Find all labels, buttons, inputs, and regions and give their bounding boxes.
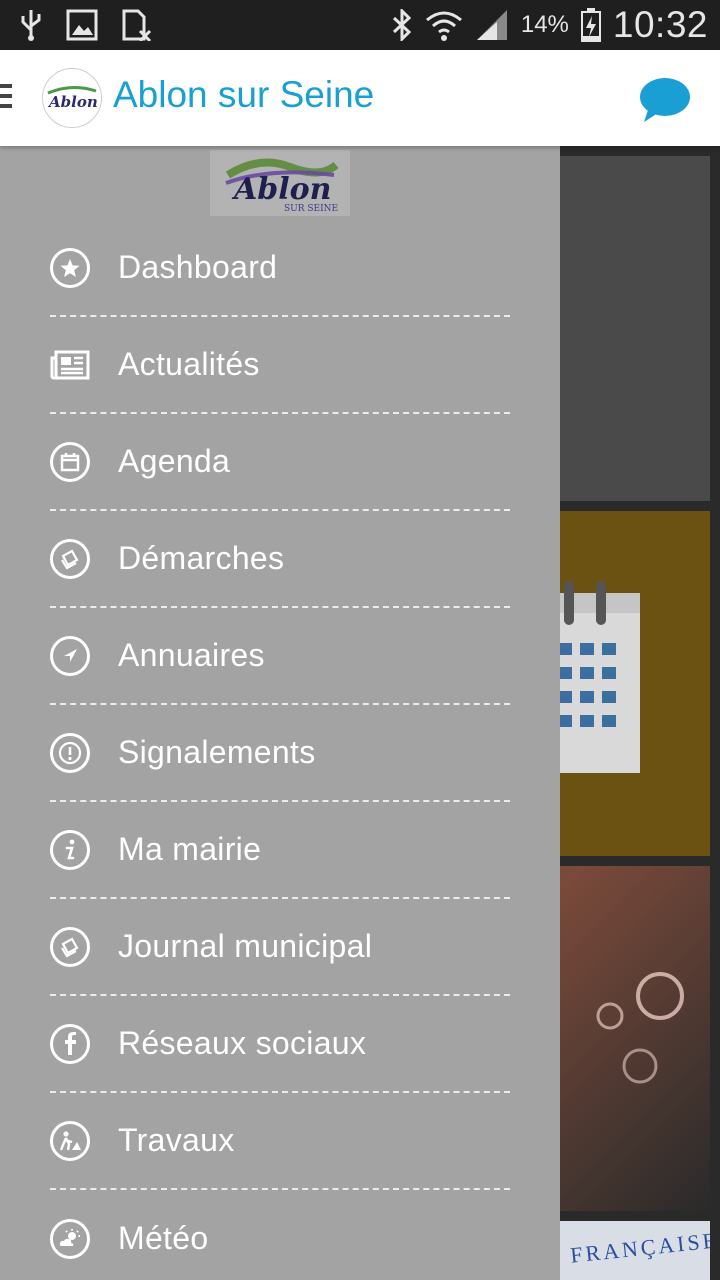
wifi-icon <box>425 11 462 41</box>
calendar-icon <box>50 441 90 482</box>
navigation-drawer: Ablon SUR SEINE Dashboard Actualités Age… <box>0 146 560 1280</box>
menu-item-reseaux-sociaux[interactable]: Réseaux sociaux <box>50 996 510 1093</box>
menu-label: Démarches <box>118 540 285 576</box>
alert-icon <box>50 732 90 773</box>
bluetooth-icon <box>392 9 412 41</box>
menu-item-agenda[interactable]: Agenda <box>50 414 510 511</box>
usb-icon <box>21 10 41 41</box>
menu-item-ma-mairie[interactable]: Ma mairie <box>50 802 510 899</box>
menu-label: Actualités <box>118 346 260 382</box>
menu-item-annuaires[interactable]: Annuaires <box>50 608 510 705</box>
menu-item-dashboard[interactable]: Dashboard <box>50 220 510 317</box>
status-bar: 14% 10:32 <box>0 0 720 50</box>
menu-label: Signalements <box>118 734 316 770</box>
menu-icon[interactable] <box>0 84 12 114</box>
star-icon <box>50 247 90 288</box>
menu-item-demarches[interactable]: Démarches <box>50 511 510 608</box>
newspaper-icon <box>50 345 90 385</box>
documents-icon <box>50 538 90 579</box>
menu-label: Annuaires <box>118 637 265 673</box>
svg-text:Ablon: Ablon <box>47 93 98 111</box>
menu-item-journal-municipal[interactable]: Journal municipal <box>50 899 510 996</box>
menu-item-actualites[interactable]: Actualités <box>50 317 510 414</box>
app-title: Ablon sur Seine <box>113 74 375 115</box>
app-header: Ablon Ablon sur Seine <box>0 50 720 146</box>
drawer-menu: Dashboard Actualités Agenda Démarches An… <box>50 220 510 1280</box>
clock: 10:32 <box>612 4 708 45</box>
drawer-logo: Ablon SUR SEINE <box>210 150 350 216</box>
image-icon <box>66 9 98 41</box>
roadwork-icon <box>50 1120 90 1161</box>
banner-text: FRANÇAISE <box>569 1227 710 1268</box>
menu-label: Agenda <box>118 443 231 479</box>
battery-percent: 14% <box>520 11 569 38</box>
battery-charging-icon <box>580 8 601 42</box>
weather-icon <box>50 1218 90 1259</box>
signal-icon <box>476 10 507 40</box>
info-icon <box>50 829 90 870</box>
svg-text:SUR SEINE: SUR SEINE <box>284 204 338 213</box>
menu-label: Météo <box>118 1220 209 1256</box>
chat-icon[interactable] <box>638 76 692 124</box>
menu-item-meteo[interactable]: Météo <box>50 1190 510 1280</box>
svg-text:Ablon: Ablon <box>231 172 331 207</box>
menu-label: Réseaux sociaux <box>118 1025 367 1061</box>
menu-label: Journal municipal <box>118 928 373 964</box>
compass-icon <box>50 635 90 676</box>
sim-disabled-icon <box>122 9 152 41</box>
menu-label: Dashboard <box>118 249 278 285</box>
social-bubbles-icon <box>596 972 684 1084</box>
app-logo[interactable]: Ablon <box>42 68 102 128</box>
documents-icon <box>50 926 90 967</box>
menu-label: Travaux <box>118 1122 235 1158</box>
facebook-icon <box>50 1023 90 1064</box>
menu-label: Ma mairie <box>118 831 262 867</box>
menu-item-travaux[interactable]: Travaux <box>50 1093 510 1190</box>
menu-item-signalements[interactable]: Signalements <box>50 705 510 802</box>
